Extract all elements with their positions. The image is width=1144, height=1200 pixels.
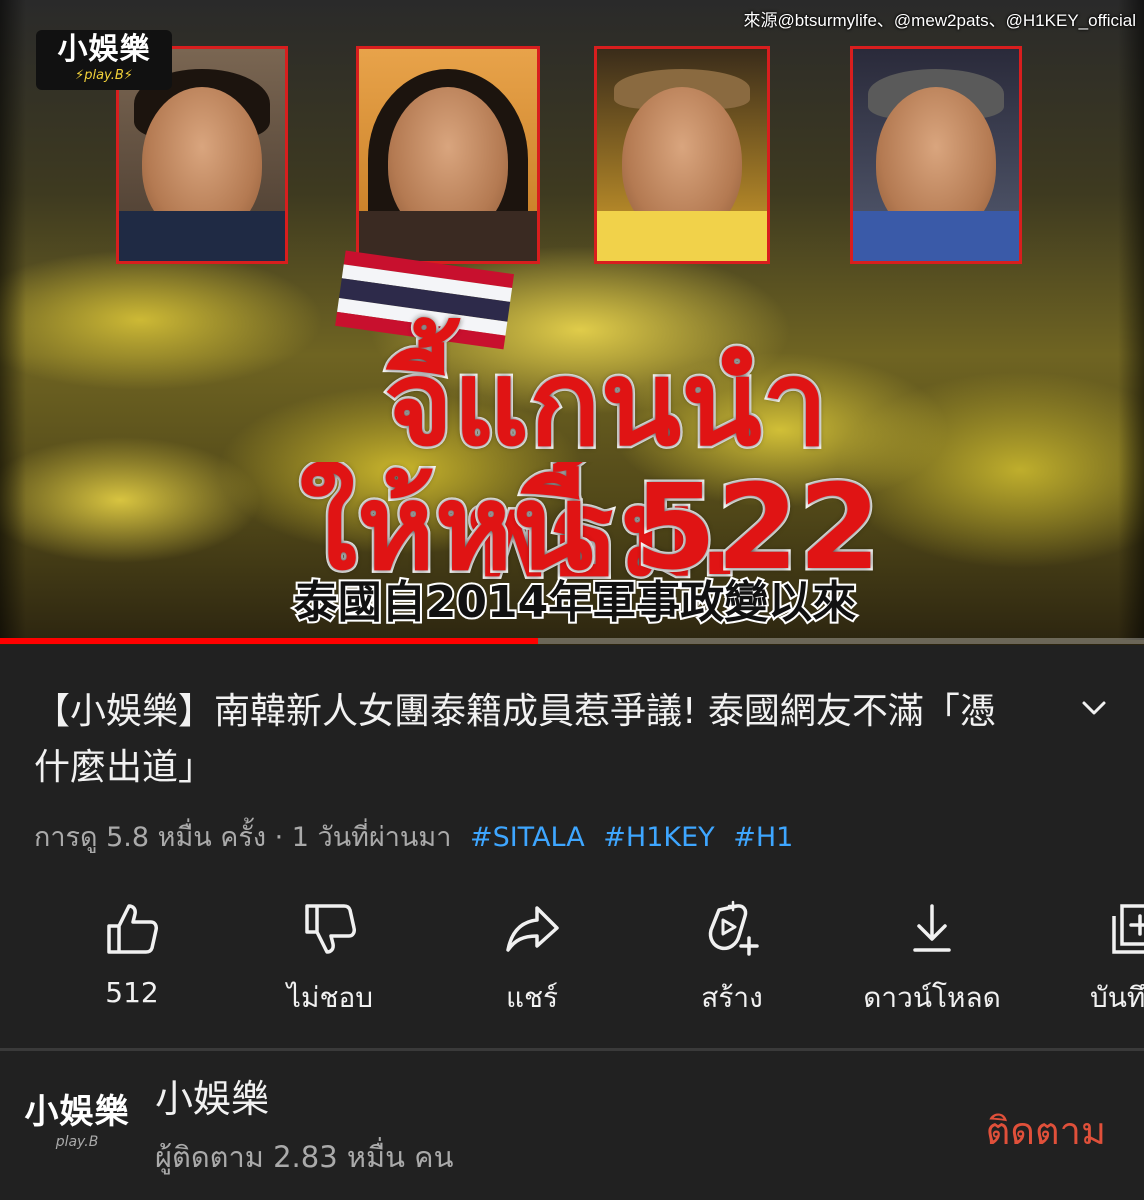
like-count: 512 (105, 976, 159, 1009)
channel-name[interactable]: 小娛樂 (155, 1074, 269, 1124)
portrait-4 (850, 46, 1022, 264)
video-edge-blur-right (1118, 0, 1144, 640)
chevron-down-icon (1082, 701, 1106, 715)
share-button[interactable]: แชร์ (432, 900, 632, 1020)
video-caption: 泰國自2014年軍事政變以來 (292, 575, 858, 630)
expand-description-button[interactable] (1072, 686, 1116, 730)
dislike-label: ไม่ชอบ (286, 981, 374, 1014)
hashtag-link[interactable]: #H1 (733, 822, 793, 853)
channel-subscriber-count: ผู้ติดตาม 2.83 หมื่น คน (155, 1140, 454, 1174)
share-label: แชร์ (505, 981, 559, 1014)
create-button[interactable]: สร้าง (632, 900, 832, 1020)
portrait-3 (594, 46, 770, 264)
like-button[interactable]: 512 (32, 900, 232, 1020)
section-divider (0, 1048, 1144, 1051)
channel-avatar-subtext: play.B (55, 1134, 99, 1150)
video-player[interactable]: 小娛樂 ⚡play.B⚡ 來源@btsurmylife、@mew2pats、@H… (0, 0, 1144, 645)
watermark-logo-text: 小娛樂 (57, 32, 151, 67)
share-arrow-icon (506, 906, 559, 952)
portrait-2 (356, 46, 540, 264)
watermark-logo-subtext: ⚡play.B⚡ (75, 68, 133, 83)
channel-avatar-text: 小娛樂 (24, 1092, 130, 1132)
video-title[interactable]: 【小娛樂】南韓新人女團泰籍成員惹爭議! 泰國網友不滿「憑什麼出道」 (34, 684, 1024, 796)
video-meta-row: การดู 5.8 หมื่น ครั้ง · 1 วันที่ผ่านมา #… (34, 818, 793, 858)
download-icon (913, 904, 951, 952)
save-to-playlist-icon (1112, 904, 1144, 954)
download-button[interactable]: ดาวน์โหลด (832, 900, 1032, 1020)
create-sparkle-icon (708, 900, 759, 956)
hashtag-link[interactable]: #H1KEY (603, 822, 714, 853)
action-bar: 512 ไม่ชอบ แชร์ สร้าง ดาวน์โหลด บันทึ (0, 900, 1144, 1020)
create-label: สร้าง (701, 981, 763, 1014)
subscribe-button[interactable]: ติดตาม (986, 1106, 1106, 1156)
video-progress-fill (0, 638, 538, 644)
dislike-button[interactable]: ไม่ชอบ (230, 900, 430, 1020)
thumbs-up-icon (107, 904, 158, 954)
thumbs-down-icon (305, 904, 356, 954)
save-label: บันทึก (1090, 981, 1144, 1014)
video-edge-blur-left (0, 0, 26, 640)
source-credit: 來源@btsurmylife、@mew2pats、@H1KEY_official (743, 11, 1136, 30)
hashtag-link[interactable]: #SITALA (470, 822, 585, 853)
video-watermark-logo: 小娛樂 ⚡play.B⚡ (36, 30, 172, 90)
save-button[interactable]: บันทึก (1032, 900, 1144, 1020)
views-and-time: การดู 5.8 หมื่น ครั้ง · 1 วันที่ผ่านมา (34, 822, 452, 853)
channel-avatar[interactable]: 小娛樂 play.B (22, 1090, 132, 1170)
download-label: ดาวน์โหลด (863, 981, 1001, 1014)
video-progress-bar[interactable] (0, 638, 1144, 644)
